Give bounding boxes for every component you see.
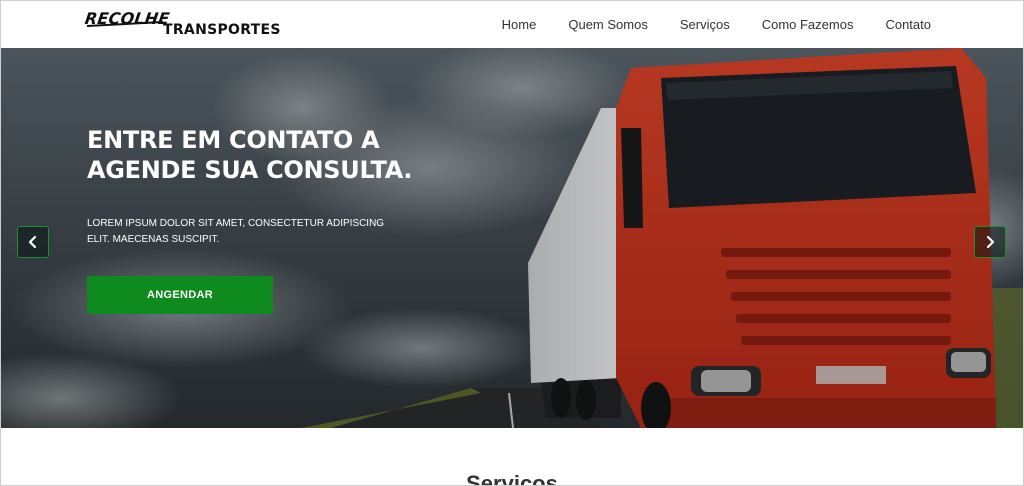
chevron-right-icon bbox=[986, 235, 995, 249]
hero-description: LOREM IPSUM DOLOR SIT AMET, CONSECTETUR … bbox=[87, 218, 385, 245]
nav-item-servicos[interactable]: Serviços bbox=[680, 17, 730, 32]
nav-item-como-fazemos[interactable]: Como Fazemos bbox=[762, 17, 854, 32]
page-frame: RECOLHE TRANSPORTES Home Quem Somos Serv… bbox=[0, 0, 1024, 486]
hero-slider: ENTRE EM CONTATO A AGENDE SUA CONSULTA. … bbox=[1, 48, 1023, 428]
hero-title: ENTRE EM CONTATO A AGENDE SUA CONSULTA. bbox=[87, 126, 413, 184]
brand-logo[interactable]: RECOLHE TRANSPORTES bbox=[84, 9, 295, 39]
nav-item-contato[interactable]: Contato bbox=[885, 17, 931, 32]
chevron-left-icon bbox=[28, 235, 37, 249]
services-heading: Serviços bbox=[466, 471, 558, 486]
slider-prev-button[interactable] bbox=[17, 226, 49, 258]
main-nav: Home Quem Somos Serviços Como Fazemos Co… bbox=[470, 1, 931, 48]
nav-item-quem-somos[interactable]: Quem Somos bbox=[568, 17, 647, 32]
brand-line-2: TRANSPORTES bbox=[163, 22, 281, 38]
schedule-button[interactable]: ANGENDAR bbox=[87, 276, 273, 314]
logo-swoosh-icon bbox=[86, 21, 164, 27]
nav-item-home[interactable]: Home bbox=[502, 17, 537, 32]
slider-next-button[interactable] bbox=[974, 226, 1006, 258]
site-header: RECOLHE TRANSPORTES Home Quem Somos Serv… bbox=[1, 1, 1023, 48]
